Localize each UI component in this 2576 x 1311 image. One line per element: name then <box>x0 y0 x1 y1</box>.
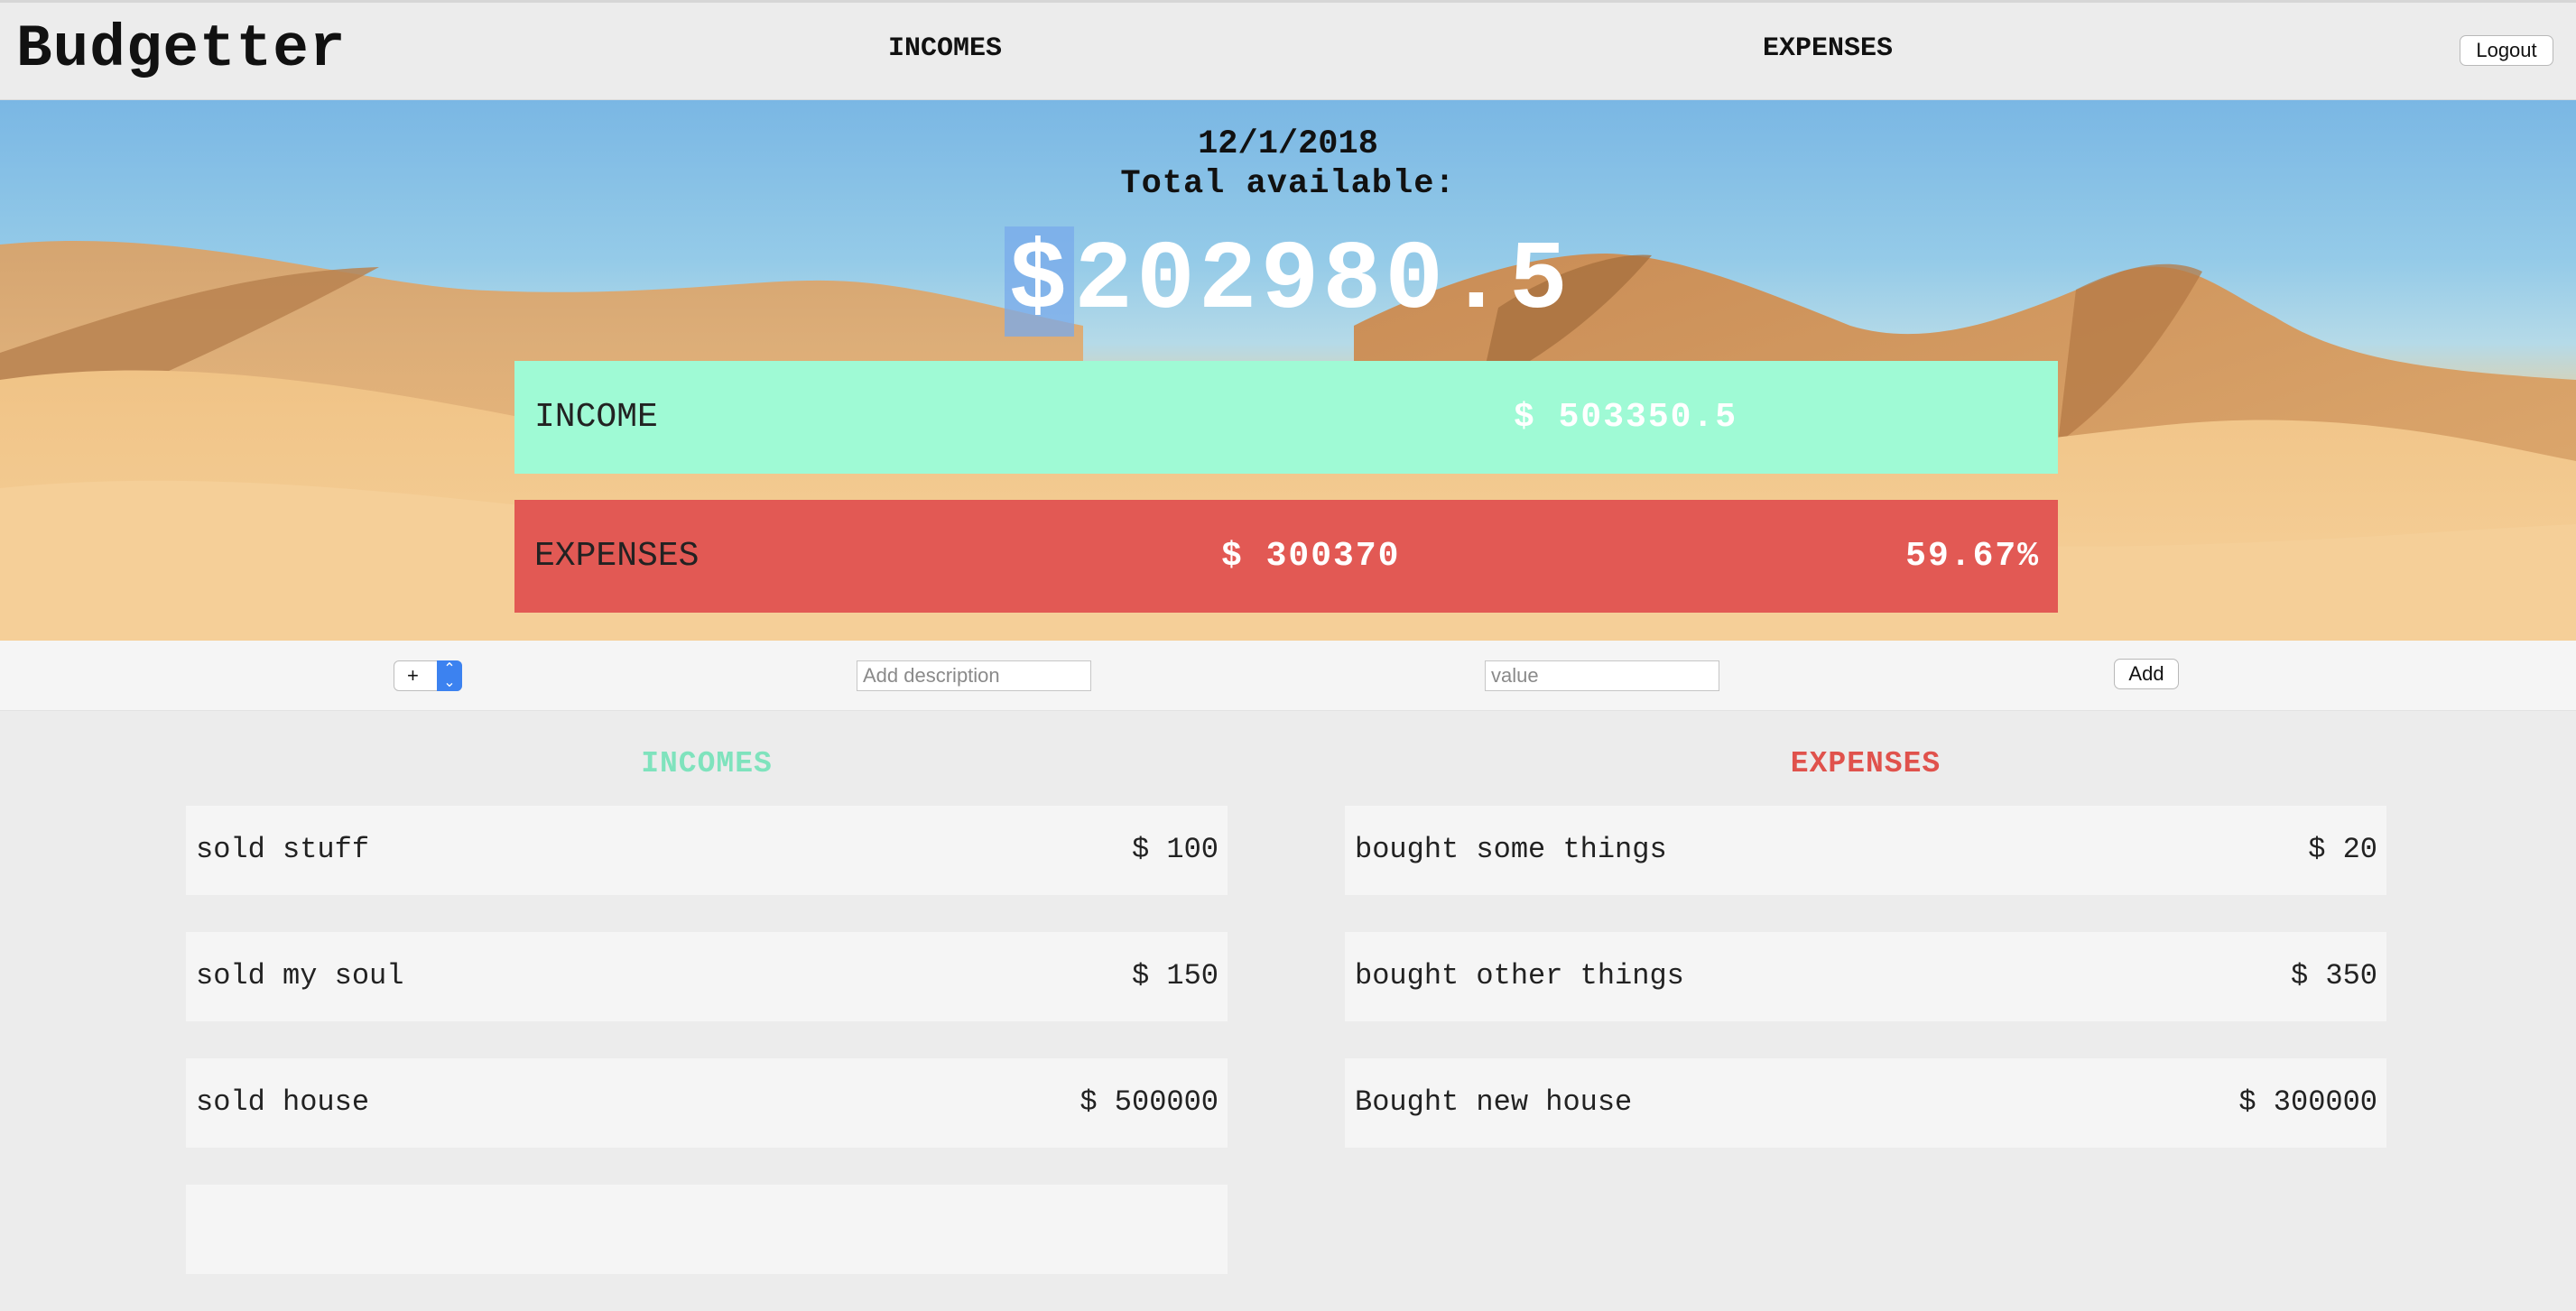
add-button[interactable]: Add <box>2114 659 2179 689</box>
income-row[interactable]: sold my soul $ 150 <box>186 932 1228 1021</box>
expense-description: Bought new house <box>1355 1085 1633 1119</box>
income-row[interactable]: sold house $ 500000 <box>186 1058 1228 1148</box>
expense-description: bought other things <box>1355 959 1684 992</box>
expense-amount: $ 300000 <box>2238 1085 2377 1119</box>
expenses-title: EXPENSES <box>1790 747 1941 780</box>
logout-button[interactable]: Logout <box>2460 35 2553 66</box>
expense-description: bought some things <box>1355 833 1667 866</box>
income-description: sold house <box>196 1085 370 1119</box>
expense-bar-percent: 59.67% <box>1905 537 2040 576</box>
income-amount: $ 100 <box>1131 833 1219 866</box>
incomes-list: sold stuff $ 100 sold my soul $ 150 sold… <box>186 806 1228 1311</box>
expense-row[interactable]: bought some things $ 20 <box>1345 806 2386 895</box>
expenses-list: bought some things $ 20 bought other thi… <box>1345 806 2386 1185</box>
type-select-value: + <box>407 664 419 687</box>
expense-amount: $ 20 <box>2308 833 2377 866</box>
top-nav: Budgetter INCOMES EXPENSES Logout <box>0 0 2576 100</box>
expense-row[interactable]: bought other things $ 350 <box>1345 932 2386 1021</box>
value-input[interactable] <box>1485 660 1719 691</box>
current-date: 12/1/2018 <box>1198 125 1378 163</box>
income-amount: $ 500000 <box>1080 1085 1219 1119</box>
expense-bar-amount: $ 300370 <box>1221 537 1401 576</box>
description-input[interactable] <box>857 660 1091 691</box>
expense-row[interactable]: Bought new house $ 300000 <box>1345 1058 2386 1148</box>
total-available-value: $202980.5 <box>0 226 2576 337</box>
hero-banner: 12/1/2018 Total available: $202980.5 INC… <box>0 100 2576 641</box>
expense-bar-label: EXPENSES <box>534 537 700 576</box>
updown-chevron-icon: ⌃ ⌄ <box>437 660 462 691</box>
income-bar-amount: $ 503350.5 <box>1514 398 1738 437</box>
income-row[interactable]: sold stuff $ 100 <box>186 806 1228 895</box>
total-currency-symbol: $ <box>1005 226 1075 337</box>
brand-logo[interactable]: Budgetter <box>16 15 346 83</box>
total-amount: 202980.5 <box>1074 226 1571 337</box>
type-select[interactable]: + ⌃ ⌄ <box>394 660 462 691</box>
income-bar-label: INCOME <box>534 398 658 437</box>
expense-summary-bar: EXPENSES $ 300370 59.67% <box>514 500 2058 613</box>
income-row[interactable] <box>186 1185 1228 1274</box>
income-amount: $ 150 <box>1131 959 1219 992</box>
income-description: sold stuff <box>196 833 370 866</box>
expense-amount: $ 350 <box>2290 959 2377 992</box>
nav-expenses-link[interactable]: EXPENSES <box>1763 33 1893 64</box>
nav-incomes-link[interactable]: INCOMES <box>888 33 1002 64</box>
add-entry-bar: + ⌃ ⌄ Add <box>0 641 2576 711</box>
incomes-title: INCOMES <box>641 747 773 780</box>
income-description: sold my soul <box>196 959 404 992</box>
total-available-label: Total available: <box>1120 165 1456 203</box>
income-summary-bar: INCOME $ 503350.5 <box>514 361 2058 474</box>
